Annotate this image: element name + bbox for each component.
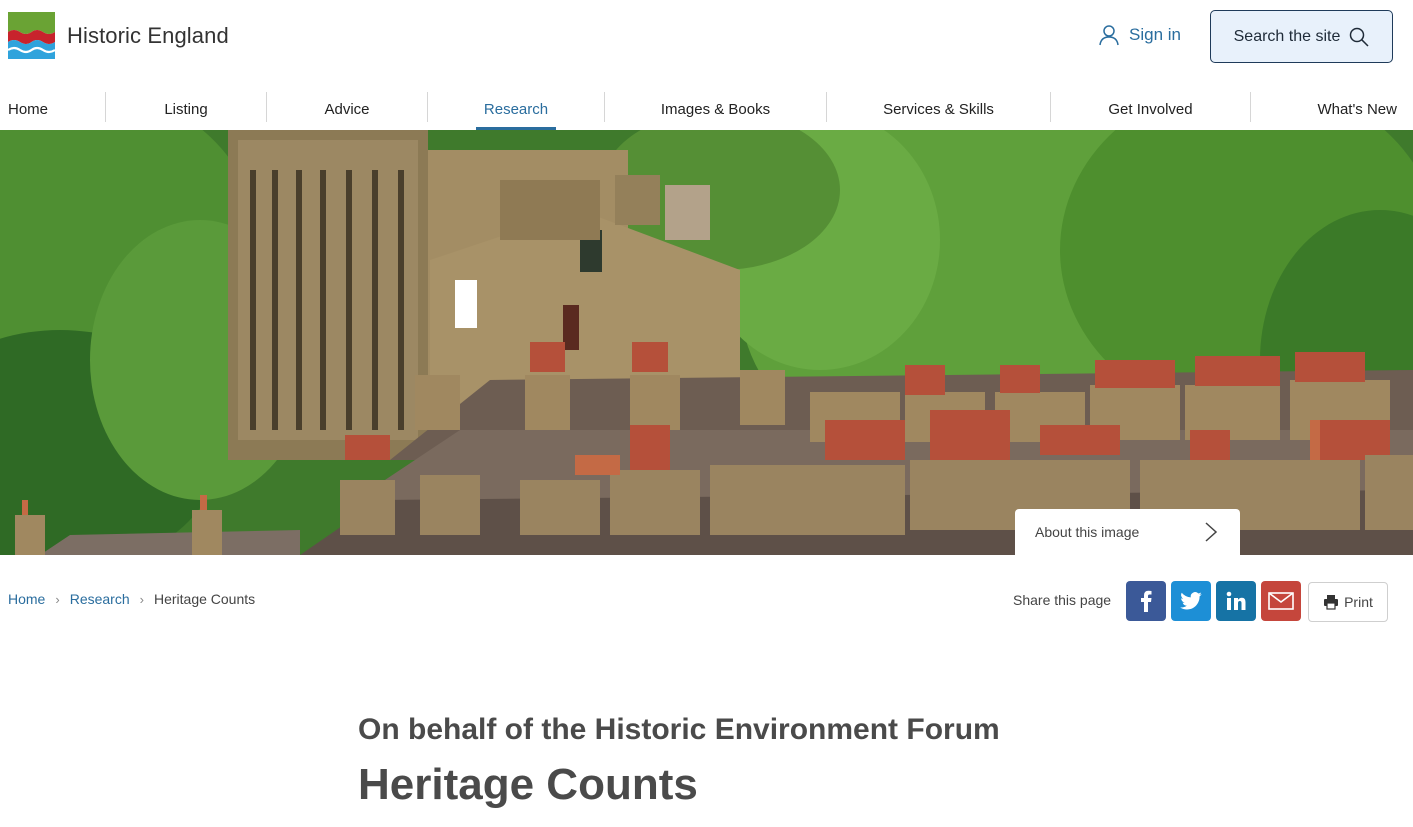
nav-divider <box>427 92 428 122</box>
historic-england-logo-icon <box>8 12 55 59</box>
sign-in-label: Sign in <box>1129 25 1181 44</box>
breadcrumb-research[interactable]: Research <box>70 591 130 607</box>
nav-divider <box>1250 92 1251 122</box>
nav-item-advice[interactable]: Advice <box>266 88 428 130</box>
search-label: Search the site <box>1233 27 1341 45</box>
chevron-right-icon: › <box>139 591 144 607</box>
about-this-image-label: About this image <box>1035 524 1140 540</box>
page-subtitle: On behalf of the Historic Environment Fo… <box>358 713 1000 746</box>
chevron-right-icon: › <box>55 591 60 607</box>
printer-icon <box>1324 595 1339 610</box>
nav-item-listing[interactable]: Listing <box>105 88 267 130</box>
main-nav: Home Listing Advice Research Images & Bo… <box>0 88 1413 130</box>
chevron-right-icon <box>1205 522 1218 542</box>
nav-item-home[interactable]: Home <box>8 88 48 130</box>
search-icon <box>1350 27 1369 47</box>
twitter-icon <box>1180 592 1202 610</box>
share-facebook-button[interactable] <box>1126 581 1166 621</box>
page-title: Heritage Counts <box>358 760 698 809</box>
share-twitter-button[interactable] <box>1171 581 1211 621</box>
logo-text: Historic England <box>67 22 229 48</box>
print-button[interactable]: Print <box>1308 582 1388 622</box>
site-header: Historic England Sign in Search the site <box>0 0 1413 80</box>
site-logo[interactable]: Historic England <box>8 12 229 59</box>
terraced-houses-photo <box>0 130 1413 555</box>
breadcrumb-current: Heritage Counts <box>153 591 256 607</box>
email-icon <box>1268 592 1294 610</box>
breadcrumb-home[interactable]: Home <box>8 591 45 607</box>
nav-item-whats-new[interactable]: What's New <box>1300 88 1397 130</box>
facebook-icon <box>1141 590 1152 612</box>
nav-item-images-books[interactable]: Images & Books <box>604 88 827 130</box>
nav-item-research[interactable]: Research <box>476 88 556 130</box>
share-email-button[interactable] <box>1261 581 1301 621</box>
print-label: Print <box>1344 594 1373 610</box>
nav-item-get-involved[interactable]: Get Involved <box>1050 88 1251 130</box>
hero-image: About this image <box>0 130 1413 555</box>
search-button[interactable]: Search the site <box>1210 10 1393 63</box>
user-icon <box>1099 25 1119 46</box>
share-linkedin-button[interactable] <box>1216 581 1256 621</box>
nav-item-services-skills[interactable]: Services & Skills <box>826 88 1051 130</box>
sign-in-link[interactable]: Sign in <box>1098 24 1181 46</box>
breadcrumb: Home › Research › Heritage Counts <box>8 591 255 607</box>
share-label: Share this page <box>1013 592 1112 608</box>
about-this-image-button[interactable]: About this image <box>1015 509 1240 555</box>
linkedin-icon <box>1226 591 1246 610</box>
